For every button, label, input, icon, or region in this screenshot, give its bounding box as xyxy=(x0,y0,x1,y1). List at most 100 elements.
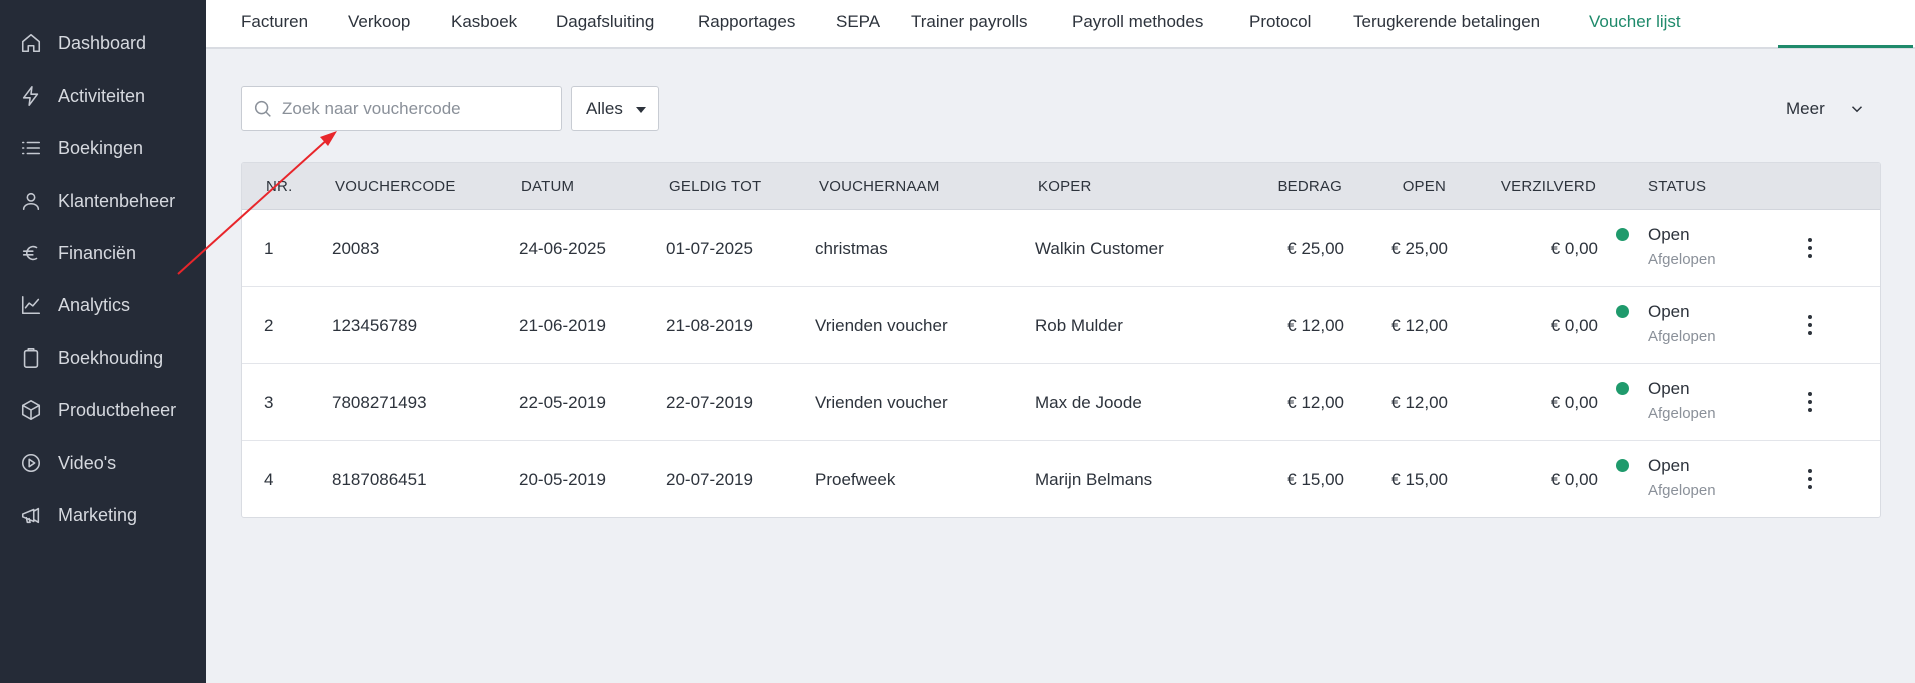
column-header-datum[interactable]: DATUM xyxy=(521,163,574,210)
cell-koper: Marijn Belmans xyxy=(1035,470,1153,489)
tab-protocol[interactable]: Protocol xyxy=(1249,0,1311,47)
column-header-nr[interactable]: NR. xyxy=(266,163,292,210)
clipboard-icon xyxy=(20,347,42,369)
row-actions-menu-icon[interactable] xyxy=(1800,235,1820,261)
cell-vouchercode: 8187086451 xyxy=(332,470,427,489)
column-header-koper[interactable]: KOPER xyxy=(1038,163,1092,210)
tab-facturen[interactable]: Facturen xyxy=(241,0,308,47)
column-header-geldig-tot[interactable]: GELDIG TOT xyxy=(669,163,761,210)
row-actions-menu-icon[interactable] xyxy=(1800,389,1820,415)
sidebar-item-boekhouding[interactable]: Boekhouding xyxy=(0,336,206,380)
tab-verkoop[interactable]: Verkoop xyxy=(348,0,410,47)
cell-verzilverd: € 0,00 xyxy=(1550,316,1598,335)
filter-dropdown[interactable]: Alles xyxy=(571,86,659,131)
column-header-verzilverd[interactable]: VERZILVERD xyxy=(1456,163,1596,210)
tab-payroll-methodes[interactable]: Payroll methodes xyxy=(1072,0,1203,47)
active-tab-indicator xyxy=(1778,45,1913,48)
cell-verzilverd: € 0,00 xyxy=(1550,239,1598,258)
cell-vouchercode: 20083 xyxy=(332,239,380,258)
search-input[interactable] xyxy=(282,87,552,130)
tab-rapportages[interactable]: Rapportages xyxy=(698,0,795,47)
column-header-bedrag[interactable]: BEDRAG xyxy=(1242,163,1342,210)
sidebar-item-marketing[interactable]: Marketing xyxy=(0,493,206,537)
sidebar-item-financien[interactable]: Financiën xyxy=(0,231,206,275)
table-header: NR. VOUCHERCODE DATUM GELDIG TOT VOUCHER… xyxy=(242,163,1880,210)
caret-down-icon xyxy=(636,107,646,113)
sidebar-item-label: Analytics xyxy=(58,295,131,315)
sidebar-item-label: Dashboard xyxy=(58,33,147,53)
table-row[interactable]: 4 8187086451 20-05-2019 20-07-2019 Proef… xyxy=(242,441,1880,517)
search-box xyxy=(241,86,562,131)
cell-nr: 2 xyxy=(264,316,274,335)
chart-line-icon xyxy=(20,294,42,316)
cell-bedrag: € 12,00 xyxy=(1287,393,1344,412)
table-row[interactable]: 2 123456789 21-06-2019 21-08-2019 Vriend… xyxy=(242,287,1880,364)
tab-trainer-payrolls[interactable]: Trainer payrolls xyxy=(911,0,1028,47)
column-header-vouchercode[interactable]: VOUCHERCODE xyxy=(335,163,456,210)
more-dropdown[interactable]: Meer xyxy=(1786,86,1886,131)
table-row[interactable]: 1 20083 24-06-2025 01-07-2025 christmas … xyxy=(242,210,1880,287)
user-icon xyxy=(20,190,42,212)
sidebar-item-label: Activiteiten xyxy=(58,86,146,106)
tab-voucher-lijst[interactable]: Voucher lijst xyxy=(1589,0,1681,47)
column-header-open[interactable]: OPEN xyxy=(1352,163,1446,210)
cell-bedrag: € 12,00 xyxy=(1287,316,1344,335)
cell-datum: 22-05-2019 xyxy=(519,393,606,412)
cell-datum: 21-06-2019 xyxy=(519,316,606,335)
sidebar-item-videos[interactable]: Video's xyxy=(0,441,206,485)
status-label: Open xyxy=(1648,379,1690,398)
box-icon xyxy=(20,399,42,421)
sidebar-item-label: Marketing xyxy=(58,505,138,525)
tab-bar: Facturen Verkoop Kasboek Dagafsluiting R… xyxy=(206,0,1915,49)
table-row[interactable]: 3 7808271493 22-05-2019 22-07-2019 Vrien… xyxy=(242,364,1880,441)
sidebar-item-analytics[interactable]: Analytics xyxy=(0,283,206,327)
status-label: Open xyxy=(1648,225,1690,244)
status-sublabel: Afgelopen xyxy=(1648,405,1716,422)
cell-datum: 20-05-2019 xyxy=(519,470,606,489)
sidebar-item-productbeheer[interactable]: Productbeheer xyxy=(0,388,206,432)
cell-nr: 1 xyxy=(264,239,274,258)
play-circle-icon xyxy=(20,452,42,474)
sidebar-item-dashboard[interactable]: Dashboard xyxy=(0,21,206,65)
sidebar-item-label: Boekingen xyxy=(58,138,144,158)
cell-koper: Walkin Customer xyxy=(1035,239,1164,258)
tab-dagafsluiting[interactable]: Dagafsluiting xyxy=(556,0,654,47)
tab-kasboek[interactable]: Kasboek xyxy=(451,0,517,47)
sidebar-item-label: Financiën xyxy=(58,243,137,263)
chevron-down-icon xyxy=(1848,100,1866,118)
status-label: Open xyxy=(1648,456,1690,475)
cell-nr: 4 xyxy=(264,470,274,489)
cell-open: € 12,00 xyxy=(1391,316,1448,335)
status-sublabel: Afgelopen xyxy=(1648,482,1716,499)
sidebar-item-klantenbeheer[interactable]: Klantenbeheer xyxy=(0,179,206,223)
sidebar-item-boekingen[interactable]: Boekingen xyxy=(0,126,206,170)
cell-geldig-tot: 01-07-2025 xyxy=(666,239,753,258)
cell-vouchercode: 123456789 xyxy=(332,316,418,335)
sidebar-item-label: Klantenbeheer xyxy=(58,191,176,211)
cell-bedrag: € 25,00 xyxy=(1287,239,1344,258)
cell-nr: 3 xyxy=(264,393,274,412)
cell-geldig-tot: 20-07-2019 xyxy=(666,470,753,489)
status-dot-icon xyxy=(1616,459,1629,472)
sidebar-item-activiteiten[interactable]: Activiteiten xyxy=(0,74,206,118)
row-actions-menu-icon[interactable] xyxy=(1800,312,1820,338)
filter-dropdown-label: Alles xyxy=(586,99,623,118)
cell-geldig-tot: 22-07-2019 xyxy=(666,393,753,412)
row-actions-menu-icon[interactable] xyxy=(1800,466,1820,492)
cell-vouchernaam: Vrienden voucher xyxy=(815,393,948,412)
tab-sepa[interactable]: SEPA xyxy=(836,0,880,47)
search-icon xyxy=(252,98,274,120)
cell-open: € 25,00 xyxy=(1391,239,1448,258)
cell-verzilverd: € 0,00 xyxy=(1550,470,1598,489)
cell-bedrag: € 15,00 xyxy=(1287,470,1344,489)
sidebar-item-label: Video's xyxy=(58,453,117,473)
more-dropdown-label: Meer xyxy=(1786,99,1825,118)
column-header-vouchernaam[interactable]: VOUCHERNAAM xyxy=(819,163,940,210)
tab-terugkerende-betalingen[interactable]: Terugkerende betalingen xyxy=(1353,0,1540,47)
status-dot-icon xyxy=(1616,305,1629,318)
cell-koper: Rob Mulder xyxy=(1035,316,1123,335)
column-header-status[interactable]: STATUS xyxy=(1648,163,1706,210)
cell-geldig-tot: 21-08-2019 xyxy=(666,316,753,335)
cell-koper: Max de Joode xyxy=(1035,393,1142,412)
status-dot-icon xyxy=(1616,228,1629,241)
